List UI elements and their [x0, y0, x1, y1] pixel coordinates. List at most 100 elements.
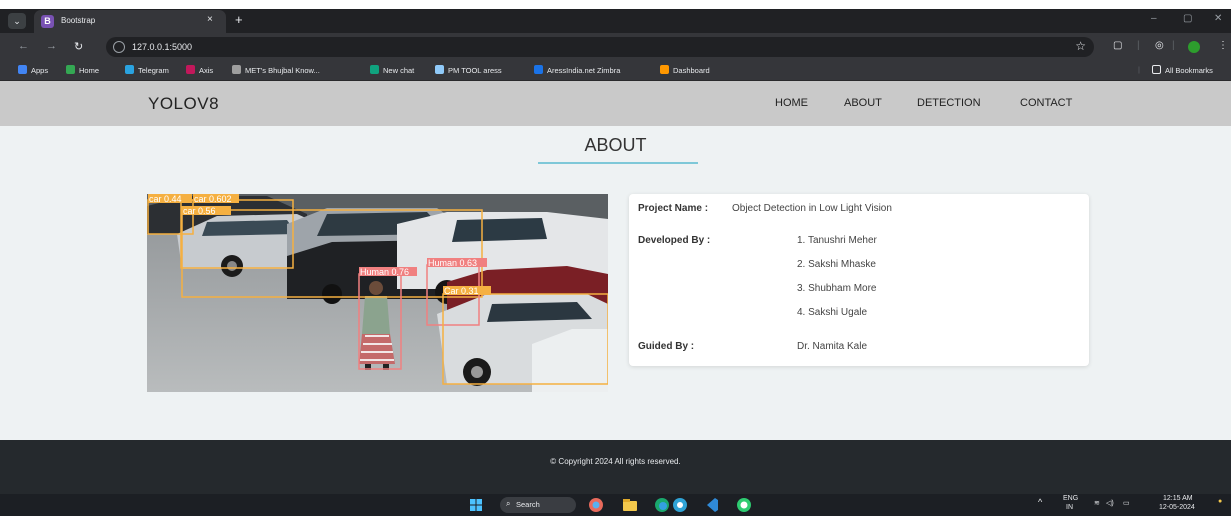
back-icon[interactable]: ←: [18, 40, 29, 52]
screen: ⌄ B Bootstrap × + – ▢ ✕ ← → ↻ 127.0.0.1:…: [0, 0, 1231, 516]
bookmark-label: Home: [79, 66, 100, 75]
project-name-value: Object Detection in Low Light Vision: [732, 203, 892, 214]
toolbar-divider: |: [1137, 40, 1140, 51]
toolbar-divider: |: [1172, 40, 1175, 51]
about-section: ABOUT car 0.44 car 0.602 car 0.56 Human …: [0, 126, 1231, 440]
bookmark-label: AressIndia.net Zimbra: [547, 66, 621, 75]
tab-title: Bootstrap: [61, 16, 96, 25]
bookmark-favicon-icon: [125, 65, 134, 74]
site-footer: © Copyright 2024 All rights reserved.: [0, 440, 1231, 494]
windows-start-icon[interactable]: [470, 499, 482, 511]
close-window-button[interactable]: ✕: [1214, 13, 1222, 24]
copyright-text: © Copyright 2024 All rights reserved.: [550, 457, 681, 466]
bookmark-favicon-icon: [660, 65, 669, 74]
new-tab-button[interactable]: +: [235, 12, 243, 27]
vscode-icon[interactable]: [704, 497, 720, 513]
minimize-button[interactable]: –: [1151, 13, 1157, 24]
bookmark-item[interactable]: PM TOOL aress: [435, 65, 502, 75]
bookmark-label: PM TOOL aress: [448, 66, 502, 75]
language-region[interactable]: IN: [1066, 504, 1073, 511]
bookmarks-bar: Apps Home Telegram Axis MET's Bhujbal Know..…: [0, 61, 1231, 81]
nav-link-contact[interactable]: CONTACT: [1020, 97, 1072, 109]
folder-icon: [1152, 65, 1161, 74]
project-name-label: Project Name :: [638, 203, 709, 214]
extensions-icon[interactable]: ▢: [1113, 40, 1122, 51]
bookmark-item[interactable]: New chat: [370, 65, 414, 75]
bookmark-item[interactable]: Apps: [18, 65, 48, 75]
file-explorer-icon[interactable]: [622, 497, 638, 513]
tab-search-chevron-icon[interactable]: ⌄: [8, 13, 26, 29]
developed-by-label: Developed By :: [638, 235, 711, 246]
project-info-card: Project Name : Object Detection in Low L…: [629, 194, 1089, 366]
tab-close-icon[interactable]: ×: [207, 14, 213, 25]
detection-label: car 0.602: [194, 194, 232, 204]
bookmark-favicon-icon: [435, 65, 444, 74]
taskbar-search-label: Search: [516, 500, 540, 509]
chrome-browser-icon[interactable]: [672, 497, 688, 513]
developer-item: 2. Sakshi Mhaske: [797, 259, 876, 270]
address-bar[interactable]: 127.0.0.1:5000 ☆: [106, 37, 1094, 57]
volume-icon[interactable]: ◁): [1106, 499, 1114, 507]
bookmark-item[interactable]: MET's Bhujbal Know...: [232, 65, 320, 75]
bookmark-label: Apps: [31, 66, 49, 75]
detection-label: car 0.44: [149, 194, 182, 204]
bootstrap-favicon-icon: B: [41, 15, 54, 28]
url-text[interactable]: 127.0.0.1:5000: [132, 42, 192, 52]
bookmark-item[interactable]: AressIndia.net Zimbra: [534, 65, 620, 75]
profile-avatar[interactable]: [1188, 41, 1200, 53]
nav-link-home[interactable]: HOME: [775, 97, 808, 109]
developer-item: 3. Shubham More: [797, 283, 877, 294]
page-title: ABOUT: [584, 135, 647, 155]
reload-icon[interactable]: ↻: [74, 40, 83, 53]
brand-logo-text[interactable]: YOLOV8: [148, 94, 219, 114]
taskbar-search[interactable]: ⌕ Search: [500, 497, 576, 513]
title-underline: [538, 162, 698, 164]
bookmark-favicon-icon: [534, 65, 543, 74]
bookmark-item[interactable]: Telegram: [125, 65, 169, 75]
browser-tab[interactable]: B Bootstrap ×: [34, 10, 226, 33]
bookmark-item[interactable]: Home: [66, 65, 99, 75]
site-info-icon[interactable]: [113, 41, 125, 53]
battery-icon[interactable]: ▭: [1123, 499, 1130, 507]
developer-item: 1. Tanushri Meher: [797, 235, 877, 246]
browser-tab-strip: ⌄ B Bootstrap × + – ▢ ✕: [0, 9, 1231, 33]
bookmark-label: MET's Bhujbal Know...: [245, 66, 320, 75]
bookmark-label: Axis: [199, 66, 214, 75]
browser-toolbar: ← → ↻ 127.0.0.1:5000 ☆ ▢ | ◎ | ⋮: [0, 33, 1231, 61]
developer-item: 4. Sakshi Ugale: [797, 307, 868, 318]
bookmark-favicon-icon: [232, 65, 241, 74]
forward-icon[interactable]: →: [46, 40, 57, 52]
nav-link-about[interactable]: ABOUT: [844, 97, 882, 109]
bookmark-label: New chat: [383, 66, 415, 75]
wifi-icon[interactable]: ≋: [1094, 499, 1100, 507]
bookmark-label: Telegram: [138, 66, 169, 75]
windows-taskbar: ⌕ Search ^ ENG IN ≋ ◁) ▭ 12:15 AM 12-05-…: [0, 494, 1231, 516]
downloads-icon[interactable]: ◎: [1155, 40, 1164, 51]
guided-by-label: Guided By :: [638, 341, 695, 352]
guide-name: Dr. Namita Kale: [797, 341, 868, 352]
bookmark-favicon-icon: [186, 65, 195, 74]
language-indicator[interactable]: ENG: [1063, 495, 1078, 502]
bookmark-favicon-icon: [66, 65, 75, 74]
whatsapp-icon[interactable]: [736, 497, 752, 513]
bookmark-item[interactable]: Axis: [186, 65, 213, 75]
maximize-button[interactable]: ▢: [1183, 13, 1192, 24]
clock-date[interactable]: 12-05-2024: [1159, 504, 1195, 511]
clock-time[interactable]: 12:15 AM: [1163, 495, 1193, 502]
site-navbar: YOLOV8 HOME ABOUT DETECTION CONTACT: [0, 81, 1231, 126]
edge-browser-icon[interactable]: [654, 497, 670, 513]
all-bookmarks-label: All Bookmarks: [1165, 66, 1213, 75]
nav-link-detection[interactable]: DETECTION: [917, 97, 981, 109]
tray-chevron-icon[interactable]: ^: [1038, 497, 1042, 507]
all-bookmarks-button[interactable]: All Bookmarks: [1152, 65, 1213, 75]
detection-label: Human 0.63: [428, 258, 477, 268]
bookmarks-divider: |: [1138, 65, 1140, 74]
bookmark-favicon-icon: [18, 65, 27, 74]
copilot-app-icon[interactable]: [588, 497, 604, 513]
bookmark-star-icon[interactable]: ☆: [1075, 39, 1086, 53]
detection-label: Human 0.76: [360, 267, 409, 277]
notification-bell-icon[interactable]: ●: [1218, 498, 1222, 505]
bookmark-item[interactable]: Dashboard: [660, 65, 710, 75]
menu-kebab-icon[interactable]: ⋮: [1218, 40, 1228, 51]
bookmark-label: Dashboard: [673, 66, 710, 75]
